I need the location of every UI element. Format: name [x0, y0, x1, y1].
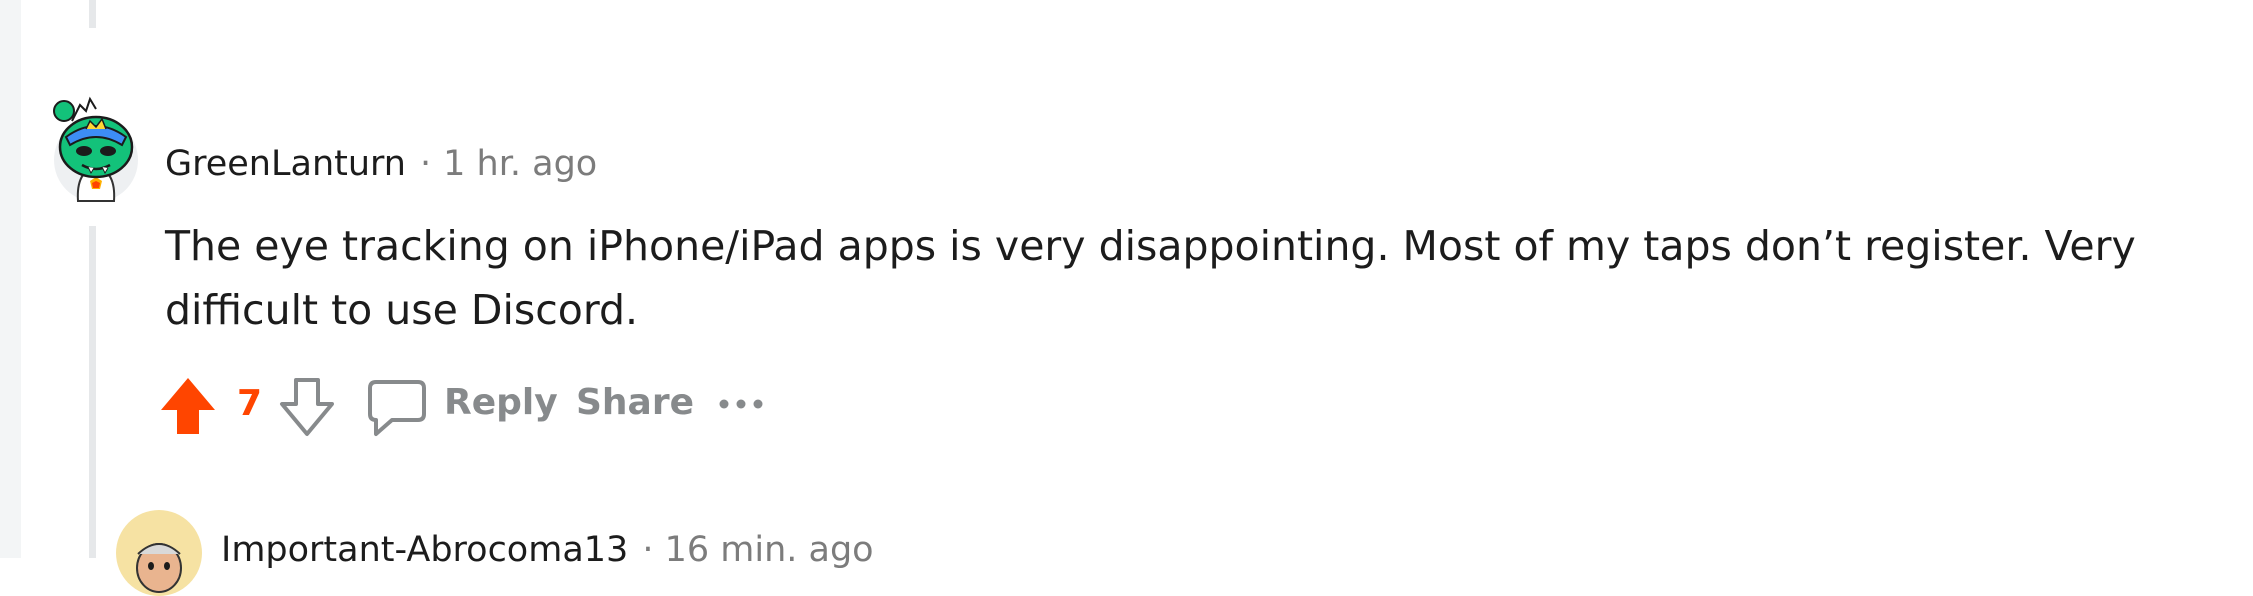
page-edge	[0, 0, 21, 558]
comment-button[interactable]	[366, 378, 428, 438]
comment-meta: · 1 hr. ago	[420, 144, 597, 184]
comment-body: The eye tracking on iPhone/iPad apps is …	[165, 222, 2136, 334]
share-button[interactable]: Share	[576, 382, 694, 423]
snoo-avatar-icon	[136, 543, 182, 593]
meta-separator: ·	[642, 530, 654, 570]
snoo-avatar-icon	[53, 96, 138, 202]
next-user-avatar[interactable]	[116, 510, 202, 596]
comment-bubble-icon	[368, 380, 426, 436]
downvote-button[interactable]	[276, 374, 338, 440]
next-comment-meta: · 16 min. ago	[642, 530, 873, 570]
downvote-arrow-icon	[280, 378, 334, 436]
user-avatar[interactable]	[50, 93, 142, 207]
upvote-button[interactable]	[157, 374, 219, 440]
next-comment-timestamp[interactable]: 16 min. ago	[665, 530, 874, 570]
comment-header: GreenLanturn · 1 hr. ago	[165, 139, 597, 189]
meta-separator: ·	[419, 144, 432, 184]
thread-line-above[interactable]	[89, 0, 96, 28]
comment-timestamp[interactable]: 1 hr. ago	[443, 144, 597, 184]
comment-author[interactable]: GreenLanturn	[165, 144, 406, 184]
next-comment-author[interactable]: Important-Abrocoma13	[221, 530, 628, 570]
thread-line[interactable]	[89, 226, 96, 558]
reply-button[interactable]: Reply	[444, 382, 558, 423]
vote-score: 7	[237, 383, 263, 424]
upvote-arrow-icon	[161, 378, 215, 434]
next-comment-header: Important-Abrocoma13 · 16 min. ago	[221, 530, 874, 570]
more-options-button[interactable]	[714, 384, 772, 424]
more-options-icon	[719, 399, 763, 409]
